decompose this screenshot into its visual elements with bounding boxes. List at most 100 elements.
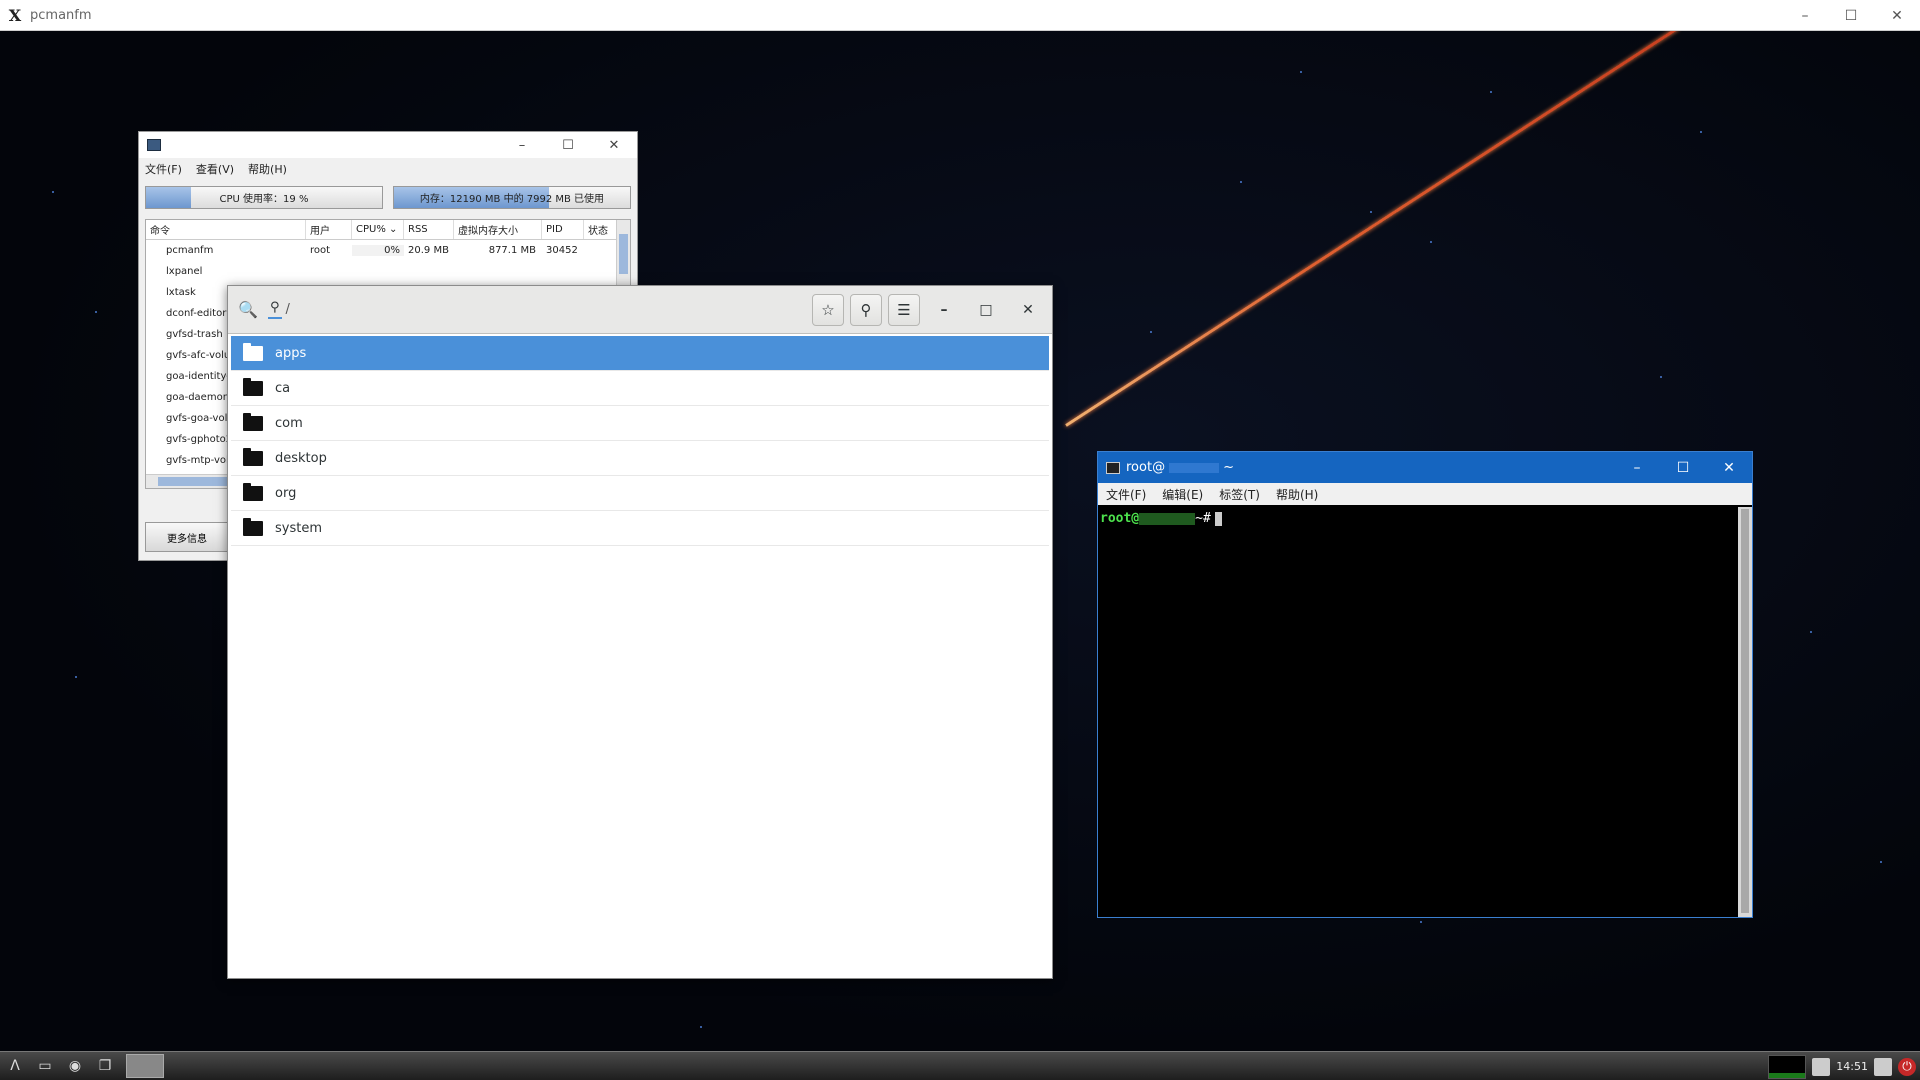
process-rss: 20.9 MB	[408, 245, 449, 256]
maximize-button[interactable]: ☐	[1828, 0, 1874, 31]
search-button[interactable]: ⚲	[850, 294, 882, 326]
folder-icon	[231, 342, 275, 361]
terminal-icon	[1106, 461, 1120, 474]
folder-name: org	[275, 485, 297, 501]
power-icon[interactable]: ⏻	[1898, 1057, 1916, 1076]
terminal-maximize-button[interactable]: ☐	[1660, 452, 1706, 483]
path-bar[interactable]: ⚲ /	[268, 300, 290, 319]
cpu-usage-meter: CPU 使用率：19 %	[145, 186, 383, 209]
terminal-title-suffix: ~	[1223, 460, 1234, 475]
menu-hamburger-button[interactable]: ☰	[888, 294, 920, 326]
process-user: root	[310, 245, 331, 256]
more-info-button[interactable]: 更多信息	[145, 522, 229, 552]
menu-help[interactable]: 帮助(H)	[248, 161, 287, 177]
folder-name: system	[275, 520, 322, 536]
task-manager-menubar: 文件(F) 查看(V) 帮助(H)	[139, 158, 637, 180]
sort-desc-icon: ⌄	[389, 224, 398, 235]
terminal-launcher-icon[interactable]: ▭	[30, 1053, 60, 1079]
folder-icon	[231, 517, 275, 536]
folder-row[interactable]: desktop	[231, 441, 1049, 476]
memory-usage-label: 内存：12190 MB 中的 7992 MB 已使用	[419, 194, 605, 205]
file-browser-close-button[interactable]: ✕	[1010, 294, 1046, 326]
prompt-tail: ~#	[1195, 511, 1211, 526]
redacted-hostname	[1169, 462, 1220, 473]
folder-row[interactable]: org	[231, 476, 1049, 511]
file-browser-window: 🔍 ⚲ / ☆ ⚲ ☰ – □ ✕ apps ca com desktop org sys…	[227, 285, 1053, 979]
clock[interactable]: 14:51	[1836, 1060, 1868, 1073]
file-browser-headerbar: 🔍 ⚲ / ☆ ⚲ ☰ – □ ✕	[228, 286, 1052, 334]
task-manager-close-button[interactable]: ✕	[591, 132, 637, 158]
process-row[interactable]: lxpanel	[146, 261, 630, 282]
folder-icon	[231, 377, 275, 396]
process-table-header: 命令 用户 CPU% ⌄ RSS 虚拟内存大小 PID 状态	[146, 220, 630, 240]
redacted-hostname-prompt	[1139, 512, 1196, 525]
process-name: pcmanfm	[166, 245, 214, 256]
folder-name: desktop	[275, 450, 327, 466]
bookmark-star-button[interactable]: ☆	[812, 294, 844, 326]
task-manager-maximize-button[interactable]: ☐	[545, 132, 591, 158]
col-user[interactable]: 用户	[306, 220, 352, 239]
clipboard-icon[interactable]	[1812, 1057, 1831, 1076]
root-location-icon[interactable]: ⚲	[268, 300, 282, 319]
network-icon[interactable]	[1874, 1057, 1892, 1076]
minimize-button[interactable]: –	[1782, 0, 1828, 31]
taskbar-window-button[interactable]	[126, 1054, 164, 1078]
process-pid: 30452	[546, 245, 578, 256]
col-command[interactable]: 命令	[146, 220, 306, 239]
col-state[interactable]: 状态	[584, 220, 618, 239]
process-vsz: 877.1 MB	[488, 245, 536, 256]
folder-row[interactable]: system	[231, 511, 1049, 546]
terminal-cursor	[1214, 511, 1222, 526]
system-tray: 14:51 ⏻	[1768, 1052, 1920, 1080]
folder-list: apps ca com desktop org system	[228, 334, 1052, 548]
folder-icon	[231, 412, 275, 431]
outer-titlebar: X pcmanfm – ☐ ✕	[0, 0, 1920, 31]
browser-launcher-icon[interactable]: ◉	[60, 1053, 90, 1079]
terminal-scrollbar[interactable]	[1738, 507, 1752, 917]
folder-name: ca	[275, 380, 291, 396]
terminal-screen[interactable]: root@ ~#	[1098, 507, 1738, 917]
cpu-usage-label: CPU 使用率：19 %	[219, 194, 309, 205]
task-manager-minimize-button[interactable]: –	[499, 132, 545, 158]
folder-name: com	[275, 415, 303, 431]
col-pid[interactable]: PID	[542, 220, 584, 239]
close-button[interactable]: ✕	[1874, 0, 1920, 31]
process-name: lxpanel	[166, 266, 203, 277]
terminal-menu-edit[interactable]: 编辑(E)	[1162, 486, 1203, 503]
terminal-title: root@	[1126, 460, 1166, 475]
terminal-minimize-button[interactable]: –	[1614, 452, 1660, 483]
folder-row[interactable]: ca	[231, 371, 1049, 406]
folder-row[interactable]: com	[231, 406, 1049, 441]
folder-icon	[231, 482, 275, 501]
terminal-titlebar: root@ ~ – ☐ ✕	[1098, 452, 1752, 483]
start-menu-icon[interactable]: Λ	[0, 1053, 30, 1079]
terminal-menu-file[interactable]: 文件(F)	[1106, 486, 1146, 503]
col-vsz[interactable]: 虚拟内存大小	[454, 220, 542, 239]
meteor-streak	[1065, 31, 1680, 427]
folder-row[interactable]: apps	[231, 336, 1049, 371]
folder-name: apps	[275, 345, 307, 361]
cpu-monitor-graph	[1768, 1054, 1807, 1079]
zoom-icon[interactable]: 🔍	[228, 290, 268, 330]
terminal-window: root@ ~ – ☐ ✕ 文件(F) 编辑(E) 标签(T) 帮助(H) ro…	[1097, 451, 1753, 918]
col-rss[interactable]: RSS	[404, 220, 454, 239]
prompt-user: root@	[1100, 511, 1140, 526]
terminal-menu-tabs[interactable]: 标签(T)	[1219, 486, 1260, 503]
terminal-close-button[interactable]: ✕	[1706, 452, 1752, 483]
col-cpu[interactable]: CPU% ⌄	[352, 220, 404, 239]
file-browser-maximize-button[interactable]: □	[968, 294, 1004, 326]
process-cpu: 0%	[352, 245, 404, 256]
menu-file[interactable]: 文件(F)	[145, 161, 182, 177]
file-browser-minimize-button[interactable]: –	[926, 294, 962, 326]
task-manager-titlebar: – ☐ ✕	[139, 132, 637, 158]
x-app-icon: X	[8, 5, 22, 25]
current-path: /	[285, 302, 290, 317]
memory-usage-meter: 内存：12190 MB 中的 7992 MB 已使用	[393, 186, 631, 209]
taskbar: Λ ▭ ◉ ❐ 14:51 ⏻	[0, 1051, 1920, 1080]
show-desktop-icon[interactable]: ❐	[90, 1053, 120, 1079]
folder-icon	[231, 447, 275, 466]
process-row[interactable]: pcmanfm root 0% 20.9 MB 877.1 MB 30452	[146, 240, 630, 261]
terminal-menu-help[interactable]: 帮助(H)	[1276, 486, 1318, 503]
menu-view[interactable]: 查看(V)	[196, 161, 234, 177]
terminal-menubar: 文件(F) 编辑(E) 标签(T) 帮助(H)	[1098, 483, 1752, 505]
